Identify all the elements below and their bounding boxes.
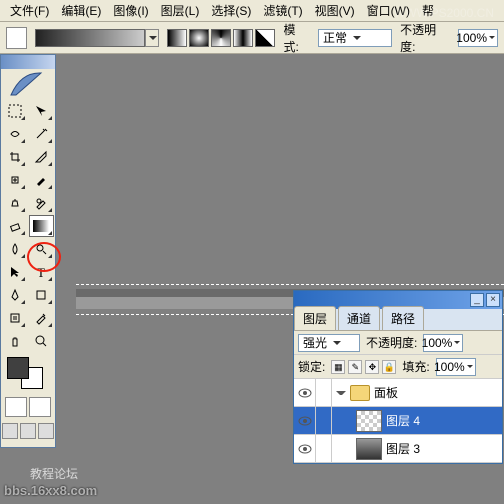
screen-standard-button[interactable] xyxy=(2,423,18,439)
mode-label: 模式: xyxy=(283,21,310,55)
clone-stamp-tool[interactable] xyxy=(2,192,27,214)
layer-group-row[interactable]: 面板 xyxy=(294,379,502,407)
gradient-preview[interactable] xyxy=(35,29,145,47)
lock-label: 锁定: xyxy=(298,358,325,375)
marquee-tool[interactable] xyxy=(2,100,27,122)
foreground-color-swatch[interactable] xyxy=(7,357,29,379)
layer-thumbnail[interactable] xyxy=(356,410,382,432)
eyedropper-tool[interactable] xyxy=(29,307,54,329)
layer-list: 面板 图层 4 图层 3 xyxy=(294,379,502,463)
dodge-tool[interactable] xyxy=(29,238,54,260)
tab-paths[interactable]: 路径 xyxy=(382,306,424,330)
healing-brush-tool[interactable] xyxy=(2,169,27,191)
move-tool[interactable] xyxy=(29,100,54,122)
link-cell[interactable] xyxy=(316,407,332,435)
magic-wand-tool[interactable] xyxy=(29,123,54,145)
linear-gradient-button[interactable] xyxy=(167,29,187,47)
group-name-label[interactable]: 面板 xyxy=(374,384,398,401)
panel-close-button[interactable]: × xyxy=(486,293,500,307)
standard-mode-button[interactable] xyxy=(5,397,27,417)
blur-tool[interactable] xyxy=(2,238,27,260)
toolbox: T xyxy=(0,54,56,448)
layer-blend-mode-select[interactable]: 强光 xyxy=(298,334,360,352)
group-expand-icon[interactable] xyxy=(336,391,346,399)
toolbox-titlebar[interactable] xyxy=(1,55,55,69)
menu-filter[interactable]: 滤镜(T) xyxy=(257,0,308,21)
menu-layer[interactable]: 图层(L) xyxy=(155,0,206,21)
type-tool[interactable]: T xyxy=(29,261,54,283)
lock-transparency-icon[interactable]: ▦ xyxy=(331,360,345,374)
panel-tabs: 图层 通道 路径 xyxy=(294,309,502,331)
layer-row[interactable]: 图层 3 xyxy=(294,435,502,463)
hand-tool[interactable] xyxy=(2,330,27,352)
menu-file[interactable]: 文件(F) xyxy=(4,0,55,21)
layer-row-selected[interactable]: 图层 4 xyxy=(294,407,502,435)
panel-minimize-button[interactable]: _ xyxy=(470,293,484,307)
menu-edit[interactable]: 编辑(E) xyxy=(55,0,107,21)
notes-tool[interactable] xyxy=(2,307,27,329)
photoshop-logo xyxy=(1,69,51,99)
svg-text:T: T xyxy=(37,265,45,279)
brush-tool[interactable] xyxy=(29,169,54,191)
visibility-toggle-icon[interactable] xyxy=(294,379,316,407)
radial-gradient-button[interactable] xyxy=(189,29,209,47)
reflected-gradient-button[interactable] xyxy=(233,29,253,47)
lasso-tool[interactable] xyxy=(2,123,27,145)
tab-channels[interactable]: 通道 xyxy=(338,306,380,330)
crop-tool[interactable] xyxy=(2,146,27,168)
link-cell[interactable] xyxy=(316,379,332,407)
current-tool-icon[interactable] xyxy=(6,27,27,49)
quickmask-mode-button[interactable] xyxy=(29,397,51,417)
selection-marquee-top xyxy=(76,284,504,285)
angle-gradient-button[interactable] xyxy=(211,29,231,47)
layer-name-label[interactable]: 图层 3 xyxy=(386,440,420,457)
blend-mode-select[interactable]: 正常 xyxy=(318,29,392,47)
watermark-bbs: bbs.16xx8.com xyxy=(4,483,97,498)
zoom-tool[interactable] xyxy=(29,330,54,352)
fill-input[interactable]: 100% xyxy=(436,358,476,376)
layer-opacity-input[interactable]: 100% xyxy=(423,334,463,352)
opacity-input[interactable]: 100% xyxy=(458,29,498,47)
gradient-picker-dropdown[interactable] xyxy=(145,29,159,47)
layer-opacity-label: 不透明度: xyxy=(366,334,417,351)
shape-tool[interactable] xyxy=(29,284,54,306)
tab-layers[interactable]: 图层 xyxy=(294,306,336,330)
lock-all-icon[interactable]: 🔒 xyxy=(382,360,396,374)
eraser-tool[interactable] xyxy=(2,215,27,237)
folder-icon xyxy=(350,385,370,401)
lock-position-icon[interactable]: ✥ xyxy=(365,360,379,374)
layer-name-label[interactable]: 图层 4 xyxy=(386,412,420,429)
lock-pixels-icon[interactable]: ✎ xyxy=(348,360,362,374)
path-selection-tool[interactable] xyxy=(2,261,27,283)
screen-full-button[interactable] xyxy=(38,423,54,439)
diamond-gradient-button[interactable] xyxy=(255,29,275,47)
opacity-label: 不透明度: xyxy=(400,21,450,55)
slice-tool[interactable] xyxy=(29,146,54,168)
options-bar: 模式: 正常 不透明度: 100% xyxy=(0,22,504,54)
fill-label: 填充: xyxy=(402,358,429,375)
screen-fullmenu-button[interactable] xyxy=(20,423,36,439)
watermark-forum: 教程论坛 xyxy=(30,465,78,482)
menu-image[interactable]: 图像(I) xyxy=(107,0,154,21)
layer-thumbnail[interactable] xyxy=(356,438,382,460)
layers-panel: _ × 图层 通道 路径 强光 不透明度: 100% 锁定: ▦ ✎ ✥ 🔒 填… xyxy=(293,290,503,464)
pen-tool[interactable] xyxy=(2,284,27,306)
watermark-url: WWW.PS2000.CN xyxy=(394,6,494,20)
color-swatches xyxy=(5,357,51,393)
link-cell[interactable] xyxy=(316,435,332,463)
menu-view[interactable]: 视图(V) xyxy=(309,0,361,21)
lock-options: ▦ ✎ ✥ 🔒 xyxy=(331,360,396,374)
gradient-type-group xyxy=(167,29,275,47)
menu-select[interactable]: 选择(S) xyxy=(205,0,257,21)
visibility-toggle-icon[interactable] xyxy=(294,407,316,435)
history-brush-tool[interactable] xyxy=(29,192,54,214)
visibility-toggle-icon[interactable] xyxy=(294,435,316,463)
gradient-tool[interactable] xyxy=(29,215,54,237)
